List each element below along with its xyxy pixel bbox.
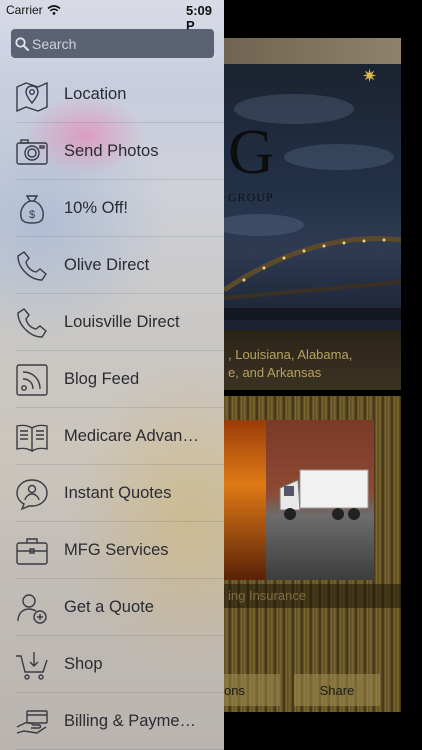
background-edge [401, 38, 422, 750]
background-left-button[interactable]: ons [224, 674, 280, 706]
background-banner-text: , Louisiana, Alabama, e, and Arkansas [228, 347, 353, 380]
fire-image [224, 420, 266, 580]
menu-label: Location [64, 85, 127, 103]
search-icon [15, 36, 29, 51]
bridge-illustration [224, 236, 401, 320]
background-logo-subtitle: GROUP [228, 190, 274, 204]
menu-item-instant-quotes[interactable]: Instant Quotes [0, 465, 224, 522]
menu-label: Instant Quotes [64, 484, 172, 502]
menu-label: Medicare Advan… [64, 427, 199, 445]
share-button[interactable]: Share [294, 674, 380, 706]
menu-label: MFG Services [64, 541, 169, 559]
menu-label: Get a Quote [64, 598, 154, 616]
menu-item-discount[interactable]: $ 10% Off! [0, 180, 224, 237]
money-bag-icon: $ [15, 192, 49, 226]
rss-icon [15, 363, 49, 397]
carrier-label: Carrier [6, 3, 43, 17]
menu-item-get-a-quote[interactable]: Get a Quote [0, 579, 224, 636]
background-caption: ing Insurance [224, 584, 401, 608]
menu-label: Billing & Payme… [64, 712, 197, 730]
menu-item-mfg-services[interactable]: MFG Services [0, 522, 224, 579]
menu-item-shop[interactable]: Shop [0, 636, 224, 693]
background-navbar [224, 38, 401, 64]
map-icon [15, 78, 49, 112]
menu-item-olive-direct[interactable]: Olive Direct [0, 237, 224, 294]
search-bar[interactable] [11, 29, 214, 58]
cart-icon [15, 648, 49, 682]
menu-item-location[interactable]: Location [0, 66, 224, 123]
menu-label: 10% Off! [64, 199, 128, 217]
svg-text:$: $ [29, 209, 35, 221]
menu-label: Shop [64, 655, 103, 673]
phone-icon [15, 249, 49, 283]
status-carrier: Carrier [6, 3, 61, 17]
menu-list: Location Send Photos $ 10% Off! Olive Di… [0, 66, 224, 750]
truck-icon [279, 469, 369, 520]
star-decoration-icon: ✷ [362, 66, 378, 86]
menu-item-send-photos[interactable]: Send Photos [0, 123, 224, 180]
book-icon [15, 420, 49, 454]
search-input[interactable] [32, 35, 202, 52]
menu-item-blog-feed[interactable]: Blog Feed [0, 351, 224, 408]
menu-label: Blog Feed [64, 370, 140, 388]
payment-hand-icon [15, 705, 49, 739]
side-menu-drawer: Carrier 5:09 P Location [0, 0, 224, 750]
background-logo-letter: G [228, 116, 275, 187]
menu-label: Louisville Direct [64, 313, 180, 331]
phone-icon [15, 306, 49, 340]
add-user-icon [15, 591, 49, 625]
menu-label: Send Photos [64, 142, 159, 160]
status-bar: Carrier 5:09 P [0, 0, 224, 33]
briefcase-icon [15, 534, 49, 568]
menu-item-billing[interactable]: Billing & Payme… [0, 693, 224, 750]
menu-label: Olive Direct [64, 256, 150, 274]
menu-item-louisville-direct[interactable]: Louisville Direct [0, 294, 224, 351]
menu-item-medicare[interactable]: Medicare Advan… [0, 408, 224, 465]
chat-user-icon [15, 477, 49, 511]
wifi-icon [47, 5, 61, 15]
camera-icon [15, 135, 49, 169]
